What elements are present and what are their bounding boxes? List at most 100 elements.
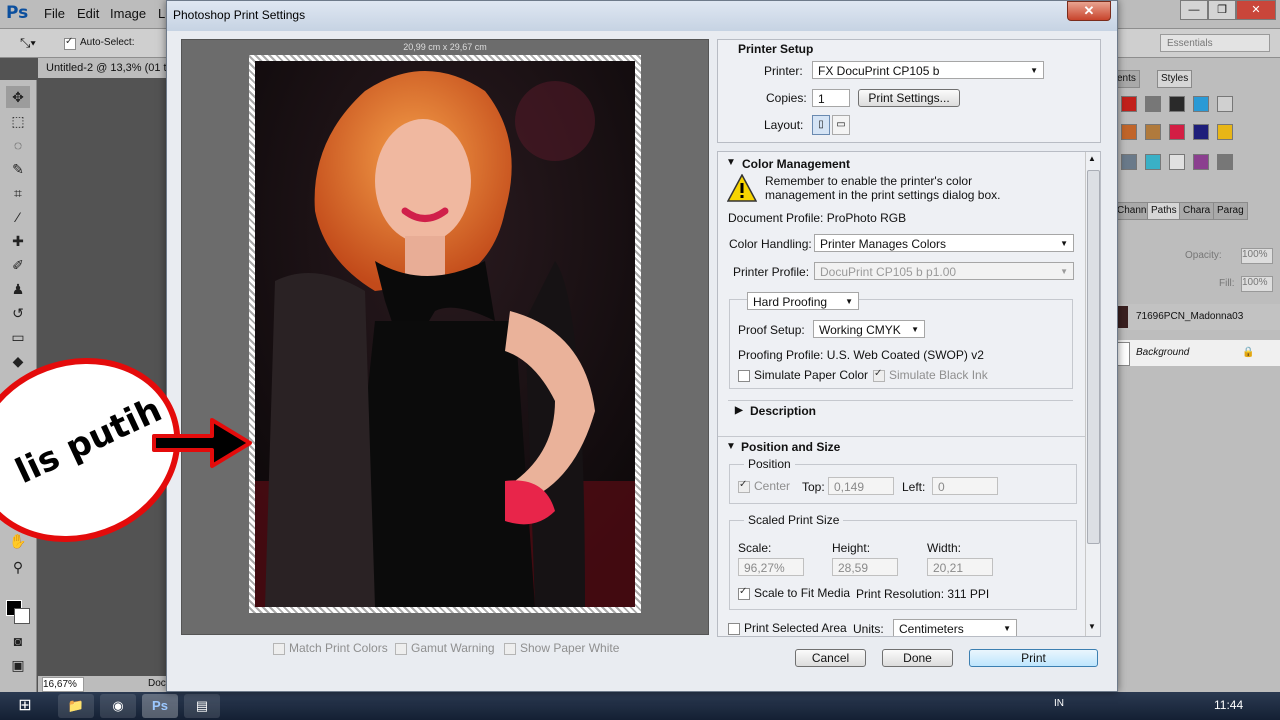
stamp-icon[interactable]: ♟: [6, 278, 30, 300]
expand-triangle-icon[interactable]: ▼: [726, 157, 736, 168]
explorer-taskbar-icon[interactable]: 📁: [58, 694, 94, 718]
dialog-close-button[interactable]: ✕: [1067, 1, 1111, 21]
copies-input[interactable]: 1: [812, 89, 850, 107]
simulate-black-ink-option[interactable]: Simulate Black Ink: [873, 368, 988, 382]
crop-icon[interactable]: ⌗: [6, 182, 30, 204]
done-button[interactable]: Done: [882, 649, 953, 667]
show-paper-white-option[interactable]: Show Paper White: [504, 641, 619, 655]
center-option[interactable]: Center: [738, 479, 790, 493]
preview-image[interactable]: [255, 61, 635, 607]
chevron-down-icon: ▼: [845, 297, 853, 306]
minimize-button[interactable]: —: [1180, 0, 1208, 20]
workspace-select[interactable]: Essentials: [1160, 34, 1270, 52]
app-close-button[interactable]: ✕: [1236, 0, 1276, 20]
tab-channels[interactable]: Chann: [1113, 202, 1151, 220]
opacity-value[interactable]: 100%: [1241, 248, 1273, 264]
maximize-button[interactable]: ❐: [1208, 0, 1236, 20]
move-icon[interactable]: ✥: [6, 86, 30, 108]
top-input[interactable]: 0,149: [828, 477, 894, 495]
style-swatch[interactable]: [1193, 124, 1209, 140]
printer-select[interactable]: FX DocuPrint CP105 b ▼: [812, 61, 1044, 79]
tab-paths[interactable]: Paths: [1147, 202, 1181, 220]
landscape-layout-icon[interactable]: ▭: [832, 115, 850, 135]
style-swatch[interactable]: [1145, 96, 1161, 112]
brush-icon[interactable]: ✐: [6, 254, 30, 276]
marquee-icon[interactable]: ⬚: [6, 110, 30, 132]
eraser-icon[interactable]: ▭: [6, 326, 30, 348]
portrait-layout-icon[interactable]: ▯: [812, 115, 830, 135]
quick-select-icon[interactable]: ✎: [6, 158, 30, 180]
eyedropper-icon[interactable]: ⁄: [6, 206, 30, 228]
scrollbar[interactable]: ▲ ▼: [1085, 152, 1100, 636]
proofing-mode-select[interactable]: Hard Proofing ▼: [747, 292, 859, 310]
cancel-button[interactable]: Cancel: [795, 649, 866, 667]
style-swatch[interactable]: [1145, 124, 1161, 140]
zoom-icon[interactable]: ⚲: [6, 556, 30, 578]
history-brush-icon[interactable]: ↺: [6, 302, 30, 324]
units-select[interactable]: Centimeters ▼: [893, 619, 1017, 636]
healing-icon[interactable]: ✚: [6, 230, 30, 252]
style-swatch[interactable]: [1169, 96, 1185, 112]
simulate-paper-color-option[interactable]: Simulate Paper Color: [738, 368, 868, 382]
auto-select-checkbox[interactable]: [64, 36, 80, 50]
style-swatch[interactable]: [1217, 124, 1233, 140]
proof-setup-select[interactable]: Working CMYK ▼: [813, 320, 925, 338]
height-input[interactable]: 28,59: [832, 558, 898, 576]
quick-mask-icon[interactable]: ◙: [6, 630, 30, 652]
width-input[interactable]: 20,21: [927, 558, 993, 576]
scroll-down-icon[interactable]: ▼: [1088, 622, 1096, 631]
scale-to-fit-option[interactable]: Scale to Fit Media: [738, 586, 850, 600]
tab-paragraph[interactable]: Parag: [1213, 202, 1248, 220]
style-swatch[interactable]: [1145, 154, 1161, 170]
lasso-icon[interactable]: ◌: [6, 134, 30, 156]
scrollbar-thumb[interactable]: [1087, 170, 1100, 544]
document-tab[interactable]: Untitled-2 @ 13,3% (01 t: [38, 58, 176, 78]
height-label: Height:: [832, 541, 871, 555]
move-tool-icon[interactable]: ⤡▾: [20, 35, 36, 51]
scale-input[interactable]: 96,27%: [738, 558, 804, 576]
style-swatch[interactable]: [1217, 96, 1233, 112]
description-heading[interactable]: Description: [750, 404, 816, 418]
printer-profile-select[interactable]: DocuPrint CP105 b p1.00 ▼: [814, 262, 1074, 280]
style-swatch[interactable]: [1121, 124, 1137, 140]
collapse-triangle-icon[interactable]: ▶: [735, 405, 743, 416]
layer-row[interactable]: Background 🔒: [1114, 340, 1280, 366]
menu-layer[interactable]: L: [158, 6, 165, 21]
firefox-taskbar-icon[interactable]: ◉: [100, 694, 136, 718]
right-panels: ents Styles Chann Paths Chara Parag Opac…: [1112, 58, 1280, 692]
print-button[interactable]: Print: [969, 649, 1098, 667]
clock[interactable]: 11:44: [1214, 698, 1243, 712]
style-swatch[interactable]: [1169, 154, 1185, 170]
menu-edit[interactable]: Edit: [77, 6, 99, 21]
start-button[interactable]: ⊞: [4, 694, 46, 718]
tab-styles[interactable]: Styles: [1157, 70, 1193, 88]
zoom-level[interactable]: 16,67%: [42, 677, 84, 692]
expand-triangle-icon[interactable]: ▼: [726, 441, 736, 452]
gamut-warning-option[interactable]: Gamut Warning: [395, 641, 495, 655]
style-swatch[interactable]: [1169, 124, 1185, 140]
style-swatch[interactable]: [1193, 96, 1209, 112]
layer-row[interactable]: 71696PCN_Madonna03: [1114, 304, 1280, 330]
screen-mode-icon[interactable]: ▣: [6, 654, 30, 676]
layer-name: 71696PCN_Madonna03: [1136, 311, 1244, 322]
style-swatch[interactable]: [1121, 154, 1137, 170]
menu-file[interactable]: File: [44, 6, 65, 21]
style-swatch[interactable]: [1217, 154, 1233, 170]
notepad-taskbar-icon[interactable]: ▤: [184, 694, 220, 718]
photoshop-taskbar-icon[interactable]: Ps: [142, 694, 178, 718]
bucket-icon[interactable]: ◆: [6, 350, 30, 372]
match-print-colors-option[interactable]: Match Print Colors: [273, 641, 388, 655]
print-selected-area-option[interactable]: Print Selected Area: [728, 621, 847, 635]
color-handling-select[interactable]: Printer Manages Colors ▼: [814, 234, 1074, 252]
fill-value[interactable]: 100%: [1241, 276, 1273, 292]
print-settings-button[interactable]: Print Settings...: [858, 89, 960, 107]
style-swatch[interactable]: [1121, 96, 1137, 112]
background-color[interactable]: [14, 608, 30, 624]
left-input[interactable]: 0: [932, 477, 998, 495]
language-indicator[interactable]: IN: [1054, 698, 1064, 709]
scroll-up-icon[interactable]: ▲: [1088, 154, 1096, 163]
style-swatch[interactable]: [1193, 154, 1209, 170]
tab-character[interactable]: Chara: [1179, 202, 1215, 220]
paper-border: [249, 55, 641, 613]
menu-image[interactable]: Image: [110, 6, 146, 21]
